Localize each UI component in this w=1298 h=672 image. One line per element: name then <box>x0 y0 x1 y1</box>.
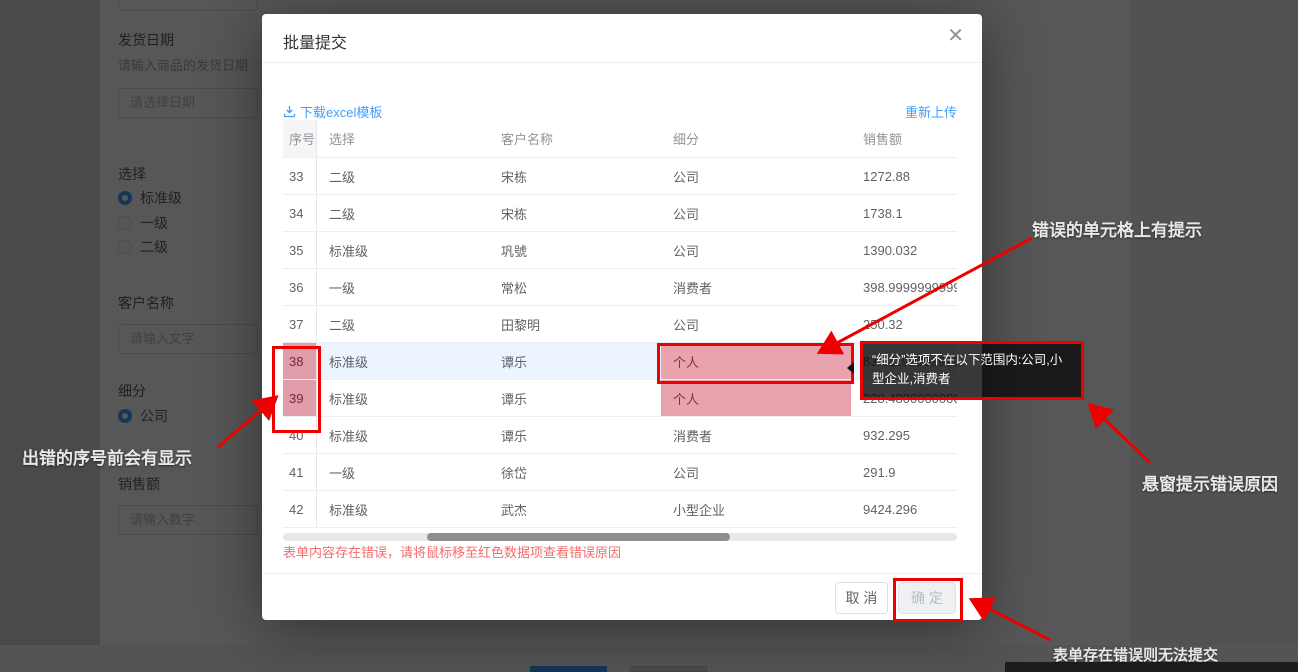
dialog-title: 批量提交 <box>283 29 347 53</box>
cell-level: 二级 <box>317 158 489 194</box>
table-row[interactable]: 33二级宋栋公司1272.88 <box>283 158 957 195</box>
cell-segment: 公司 <box>661 306 851 342</box>
batch-submit-dialog: 批量提交 ✕ 下载excel模板 重新上传 序号 选择 客户名称 细分 销售额 … <box>262 14 982 620</box>
annotation-tooltip-note: 悬窗提示错误原因 <box>1142 470 1278 495</box>
cell-segment: 消费者 <box>661 417 851 453</box>
table-row[interactable]: 34二级宋栋公司1738.1 <box>283 195 957 232</box>
reupload-link[interactable]: 重新上传 <box>905 102 957 121</box>
cell-seq: 41 <box>283 454 317 490</box>
annotation-cell-note: 错误的单元格上有提示 <box>1032 216 1202 241</box>
table-row[interactable]: 35标准级巩號公司1390.032 <box>283 232 957 269</box>
cell-sales: 932.295 <box>851 417 957 453</box>
cell-customer: 宋栋 <box>489 195 661 231</box>
cell-segment: 小型企业 <box>661 491 851 527</box>
header-customer: 客户名称 <box>489 120 661 157</box>
cell-customer: 田黎明 <box>489 306 661 342</box>
cell-segment: 消费者 <box>661 269 851 305</box>
cell-level: 标准级 <box>317 343 489 379</box>
cell-level: 一级 <box>317 269 489 305</box>
confirm-annotation-box <box>893 578 963 622</box>
cell-customer: 宋栋 <box>489 158 661 194</box>
tooltip-annotation-box: “细分”选项不在以下范围内:公司,小型企业,消费者 <box>860 341 1084 400</box>
batch-table: 序号 选择 客户名称 细分 销售额 33二级宋栋公司1272.8834二级宋栋公… <box>283 120 957 542</box>
cell-sales: 398.99999999999 <box>851 269 957 305</box>
cell-sales: 291.9 <box>851 454 957 490</box>
cell-level: 标准级 <box>317 491 489 527</box>
header-level: 选择 <box>317 120 489 157</box>
cell-customer: 谭乐 <box>489 343 661 379</box>
cell-level: 标准级 <box>317 232 489 268</box>
table-row[interactable]: 40标准级谭乐消费者932.295 <box>283 417 957 454</box>
cell-sales: 1738.1 <box>851 195 957 231</box>
reupload-label: 重新上传 <box>905 102 957 121</box>
cell-customer: 武杰 <box>489 491 661 527</box>
header-seq: 序号 <box>283 120 317 157</box>
cell-sales: 250.32 <box>851 306 957 342</box>
table-header-row: 序号 选择 客户名称 细分 销售额 <box>283 120 957 158</box>
table-row[interactable]: 36一级常松消费者398.99999999999 <box>283 269 957 306</box>
download-template-link[interactable]: 下载excel模板 <box>283 102 382 121</box>
dialog-header: 批量提交 ✕ <box>262 14 982 63</box>
cell-customer: 谭乐 <box>489 380 661 416</box>
cell-customer: 谭乐 <box>489 417 661 453</box>
horizontal-scrollbar[interactable] <box>283 533 957 541</box>
screen: 发货日期 请输入商品的发货日期 请选择日期 选择 标准级 一级 二级 客户名称 … <box>0 0 1298 672</box>
cell-customer: 巩號 <box>489 232 661 268</box>
cell-seq: 35 <box>283 232 317 268</box>
cell-sales: 1272.88 <box>851 158 957 194</box>
dialog-footer: 取 消 确 定 <box>262 573 982 620</box>
download-icon <box>283 105 296 118</box>
tooltip-caret <box>847 362 854 374</box>
table-row[interactable]: 38标准级谭乐个人834.1199999999 <box>283 343 957 380</box>
annotation-submit-note: 表单存在错误则无法提交 <box>1053 644 1218 665</box>
cell-segment: 公司 <box>661 158 851 194</box>
error-tooltip: “细分”选项不在以下范围内:公司,小型企业,消费者 <box>863 344 1081 397</box>
cell-seq: 33 <box>283 158 317 194</box>
cell-seq: 34 <box>283 195 317 231</box>
cell-customer: 常松 <box>489 269 661 305</box>
table-row[interactable]: 41一级徐岱公司291.9 <box>283 454 957 491</box>
table-row[interactable]: 37二级田黎明公司250.32 <box>283 306 957 343</box>
cell-level: 二级 <box>317 195 489 231</box>
close-icon[interactable]: ✕ <box>947 26 964 46</box>
table-row[interactable]: 39标准级谭乐个人228.48000000000 <box>283 380 957 417</box>
cell-level: 标准级 <box>317 417 489 453</box>
header-segment: 细分 <box>661 120 851 157</box>
table-row[interactable]: 42标准级武杰小型企业9424.296 <box>283 491 957 528</box>
cell-seq: 42 <box>283 491 317 527</box>
cell-sales: 1390.032 <box>851 232 957 268</box>
batch-table-body: 33二级宋栋公司1272.8834二级宋栋公司1738.135标准级巩號公司13… <box>283 158 957 528</box>
scrollbar-thumb[interactable] <box>427 533 730 541</box>
annotation-seq-note: 出错的序号前会有显示 <box>22 444 192 469</box>
header-sales: 销售额 <box>851 120 957 157</box>
cell-level: 一级 <box>317 454 489 490</box>
cell-segment: 公司 <box>661 454 851 490</box>
cell-sales: 9424.296 <box>851 491 957 527</box>
cell-error-annotation-box <box>657 343 854 384</box>
cell-seq: 36 <box>283 269 317 305</box>
cancel-button[interactable]: 取 消 <box>835 582 888 614</box>
cell-segment: 公司 <box>661 232 851 268</box>
download-template-label: 下载excel模板 <box>300 102 382 121</box>
cell-level: 标准级 <box>317 380 489 416</box>
cell-seq: 37 <box>283 306 317 342</box>
cell-segment: 公司 <box>661 195 851 231</box>
seq-error-annotation-box <box>272 346 321 433</box>
form-error-hint: 表单内容存在错误，请将鼠标移至红色数据项查看错误原因 <box>283 542 953 561</box>
cell-level: 二级 <box>317 306 489 342</box>
cell-segment: 个人 <box>661 380 851 416</box>
cell-customer: 徐岱 <box>489 454 661 490</box>
